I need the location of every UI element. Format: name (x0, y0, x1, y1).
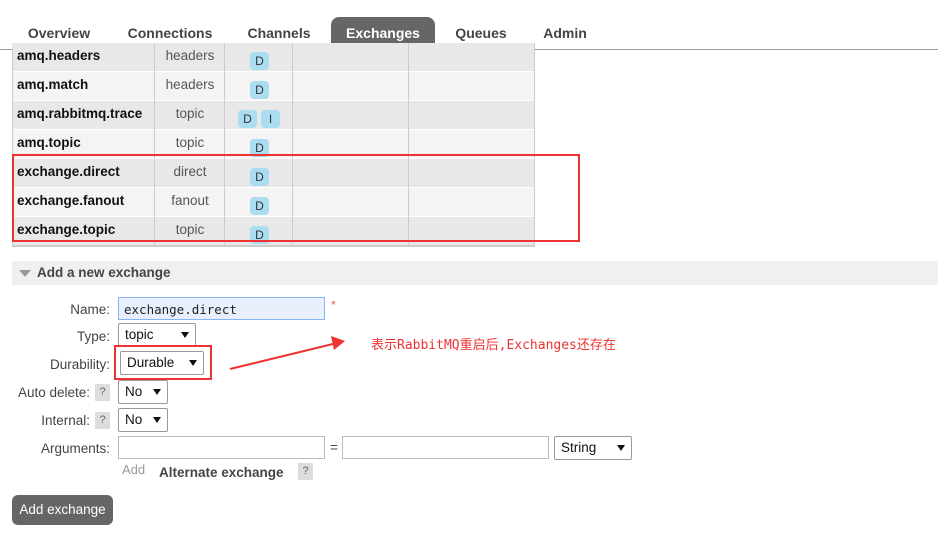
annotation-note: 表示RabbitMQ重启后,Exchanges还存在 (371, 338, 616, 353)
annotation-arrow-icon (229, 336, 345, 370)
